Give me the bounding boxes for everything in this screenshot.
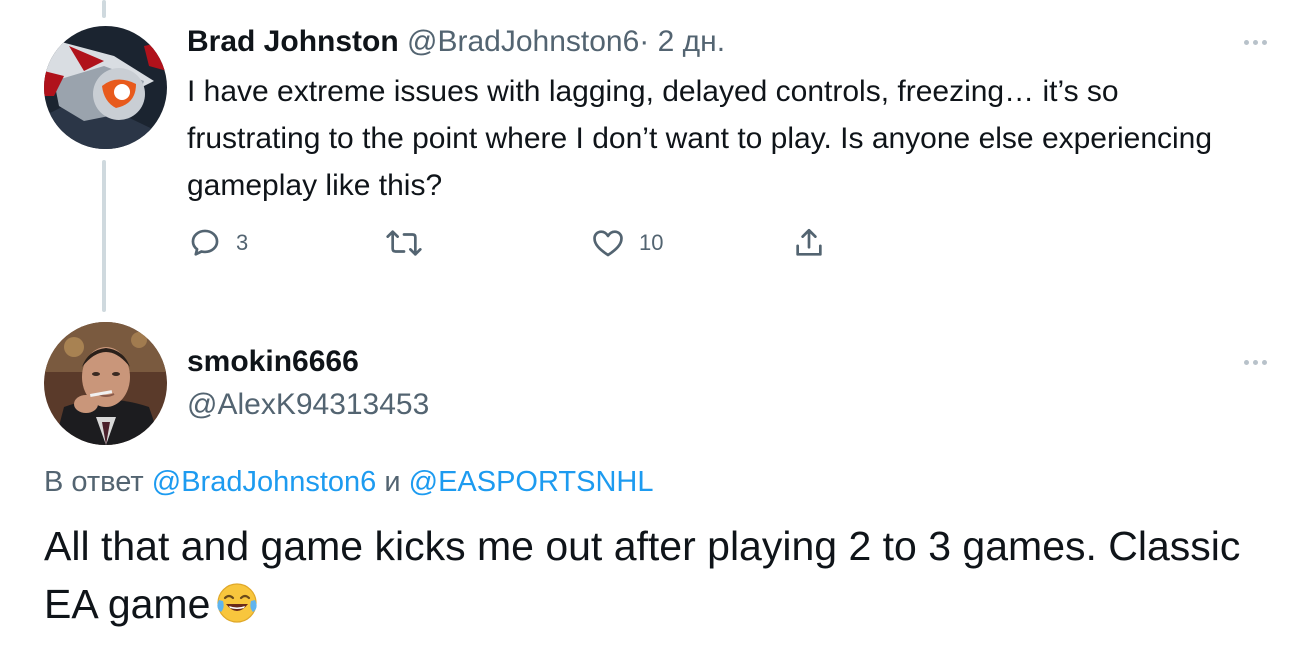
reply-prefix: В ответ	[44, 466, 144, 498]
reply-mention-easportsnhl[interactable]: @EASPORTSNHL	[409, 466, 654, 498]
tweet1-retweet-button[interactable]	[385, 226, 437, 260]
tweet2-more-dots-icon[interactable]	[1235, 352, 1275, 372]
reply-bubble-icon	[191, 229, 219, 256]
reply-mention-bradjohnston6[interactable]: @BradJohnston6	[152, 466, 377, 498]
tweet1-text: I have extreme issues with lagging, dela…	[187, 75, 1213, 202]
tweet1-separator: ·	[639, 25, 650, 58]
thread-line-connector	[102, 160, 106, 312]
man-smoking-avatar-image	[44, 322, 167, 445]
tweet2-text-container: All that and game kicks me out after pla…	[44, 517, 1264, 639]
tweet1-author-name[interactable]: Brad Johnston	[187, 25, 399, 58]
tweet1-reply-button[interactable]: 3	[188, 226, 248, 260]
retweet-icon	[386, 230, 422, 256]
heart-icon	[593, 230, 623, 257]
tweet1-like-count: 10	[639, 230, 664, 255]
tweet1-author-handle[interactable]: @BradJohnston6	[407, 25, 639, 58]
thread-line-top	[102, 0, 106, 18]
tweet1-like-button[interactable]: 10	[591, 226, 663, 260]
tweet1-more-dots-icon[interactable]	[1235, 32, 1275, 52]
tweet2-author-name[interactable]: smokin6666	[187, 342, 359, 382]
share-icon	[796, 228, 822, 256]
reply-context: В ответ @BradJohnston6 и @EASPORTSNHL	[44, 462, 653, 502]
tweet-thread: Brad Johnston @BradJohnston6· 2 дн. I ha…	[0, 0, 1299, 649]
tweet2-author-handle[interactable]: @AlexK94313453	[187, 385, 429, 425]
avatar-smokin6666[interactable]	[44, 322, 167, 445]
tweet1-header: Brad Johnston @BradJohnston6· 2 дн.	[187, 22, 725, 62]
face-with-tears-of-joy-icon	[216, 581, 258, 639]
tweet1-share-button[interactable]	[792, 226, 826, 260]
reply-conjunction: и	[384, 466, 401, 498]
oilers-logo-avatar-image	[44, 26, 167, 149]
tweet1-timestamp[interactable]: 2 дн.	[658, 25, 725, 58]
tweet1-reply-count: 3	[236, 230, 249, 255]
avatar-brad-johnston[interactable]	[44, 26, 167, 149]
